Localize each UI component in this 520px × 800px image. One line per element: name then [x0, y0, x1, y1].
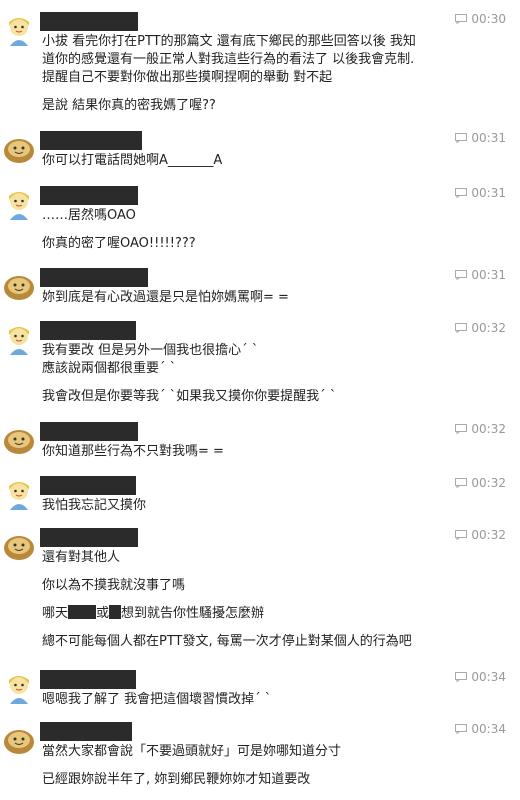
comment-icon: [455, 530, 468, 540]
redacted-username: [40, 321, 136, 340]
chat-message: 00:32 還有對其他人 你以為不摸我就沒事了嗎 哪天或想到就告你性騷擾怎麼辦 …: [0, 528, 520, 658]
redacted-username: [40, 131, 142, 150]
message-text: 你可以打電話問她啊A_______A: [42, 153, 223, 168]
timestamp: 00:32: [455, 528, 506, 542]
message-text: 總不可能每個人都在PTT發文, 每罵一次才停止對某個人的行為吧: [42, 634, 412, 649]
comment-icon: [455, 323, 468, 333]
message-text: 你知道那些行為不只對我嗎= =: [42, 444, 224, 459]
message-text: 你以為不摸我就沒事了嗎: [42, 578, 186, 593]
message-text: 我會改但是你要等我ˊ ˋ如果我又摸你你要提醒我ˊ ˋ: [42, 389, 337, 404]
comment-icon: [455, 724, 468, 734]
timestamp: 00:31: [455, 186, 506, 200]
redacted-username: [40, 476, 136, 495]
timestamp: 00:32: [455, 476, 506, 490]
boy-avatar-icon: [2, 131, 36, 165]
redacted-username: [40, 422, 138, 441]
message-text: ……居然嗎OAO: [42, 208, 136, 223]
boy-avatar-icon: [2, 722, 36, 756]
comment-icon: [455, 133, 468, 143]
timestamp: 00:30: [455, 12, 506, 26]
chat-message: 00:34 當然大家都會說「不要過頭就好」可是妳哪知道分寸 已經跟妳說半年了, …: [0, 722, 520, 798]
redacted-username: [40, 268, 148, 287]
chat-message: 00:32 我怕我忘記又摸你: [0, 476, 520, 522]
boy-avatar-icon: [2, 528, 36, 562]
comment-icon: [455, 672, 468, 682]
message-text: 已經跟妳說半年了, 妳到鄉民鞭妳妳才知道要改: [42, 772, 311, 787]
timestamp: 00:31: [455, 268, 506, 282]
redacted-username: [40, 12, 138, 31]
message-text: 我有要改 但是另外一個我也很擔心ˊ ˋ: [42, 343, 259, 358]
message-text: 妳到底是有心改過還是只是怕妳媽罵啊= =: [42, 290, 289, 305]
redacted-username: [40, 528, 138, 547]
message-text: 當然大家都會說「不要過頭就好」可是妳哪知道分寸: [42, 744, 342, 759]
girl-avatar-icon: [2, 670, 36, 704]
message-text: 道你的感覺還有一般正常人對我這些行為的看法了 以後我會克制.: [42, 52, 415, 67]
chat-message: 00:32 我有要改 但是另外一個我也很擔心ˊ ˋ 應該說兩個都很重要ˊ ˋ 我…: [0, 321, 520, 415]
chat-message: 00:31 妳到底是有心改過還是只是怕妳媽罵啊= =: [0, 268, 520, 314]
message-text: 應該說兩個都很重要ˊ ˋ: [42, 361, 177, 376]
message-text: 你真的密了喔OAO!!!!!???: [42, 236, 196, 251]
girl-avatar-icon: [2, 186, 36, 220]
chat-message: 00:31 ……居然嗎OAO 你真的密了喔OAO!!!!!???: [0, 186, 520, 258]
chat-log: 00:30 小拔 看完你打在PTT的那篇文 還有底下鄉民的那些回答以後 我知 道…: [0, 0, 520, 800]
girl-avatar-icon: [2, 476, 36, 510]
message-text: 是說 結果你真的密我媽了喔??: [42, 98, 216, 113]
message-text: 提醒自己不要對你做出那些摸啊捏啊的舉動 對不起: [42, 70, 333, 85]
timestamp: 00:32: [455, 422, 506, 436]
girl-avatar-icon: [2, 12, 36, 46]
comment-icon: [455, 270, 468, 280]
boy-avatar-icon: [2, 422, 36, 456]
message-text: 還有對其他人: [42, 550, 121, 565]
message-text: 小拔 看完你打在PTT的那篇文 還有底下鄉民的那些回答以後 我知: [42, 34, 416, 49]
timestamp: 00:31: [455, 131, 506, 145]
chat-message: 00:31 你可以打電話問她啊A_______A: [0, 131, 520, 181]
timestamp: 00:34: [455, 670, 506, 684]
message-text: 我怕我忘記又摸你: [42, 498, 147, 513]
message-text: 嗯嗯我了解了 我會把這個壞習慣改掉ˊ ˋ: [42, 692, 272, 707]
comment-icon: [455, 424, 468, 434]
redacted-username: [40, 186, 138, 205]
timestamp: 00:32: [455, 321, 506, 335]
message-text: 哪天或想到就告你性騷擾怎麼辦: [42, 605, 265, 621]
comment-icon: [455, 478, 468, 488]
redacted-username: [40, 722, 132, 741]
redacted-text: [109, 605, 122, 619]
girl-avatar-icon: [2, 321, 36, 355]
timestamp: 00:34: [455, 722, 506, 736]
comment-icon: [455, 14, 468, 24]
comment-icon: [455, 188, 468, 198]
redacted-username: [40, 670, 136, 689]
chat-message: 00:34 嗯嗯我了解了 我會把這個壞習慣改掉ˊ ˋ: [0, 670, 520, 716]
boy-avatar-icon: [2, 268, 36, 302]
chat-message: 00:30 小拔 看完你打在PTT的那篇文 還有底下鄉民的那些回答以後 我知 道…: [0, 12, 520, 124]
chat-message: 00:32 你知道那些行為不只對我嗎= =: [0, 422, 520, 468]
redacted-text: [68, 605, 97, 619]
